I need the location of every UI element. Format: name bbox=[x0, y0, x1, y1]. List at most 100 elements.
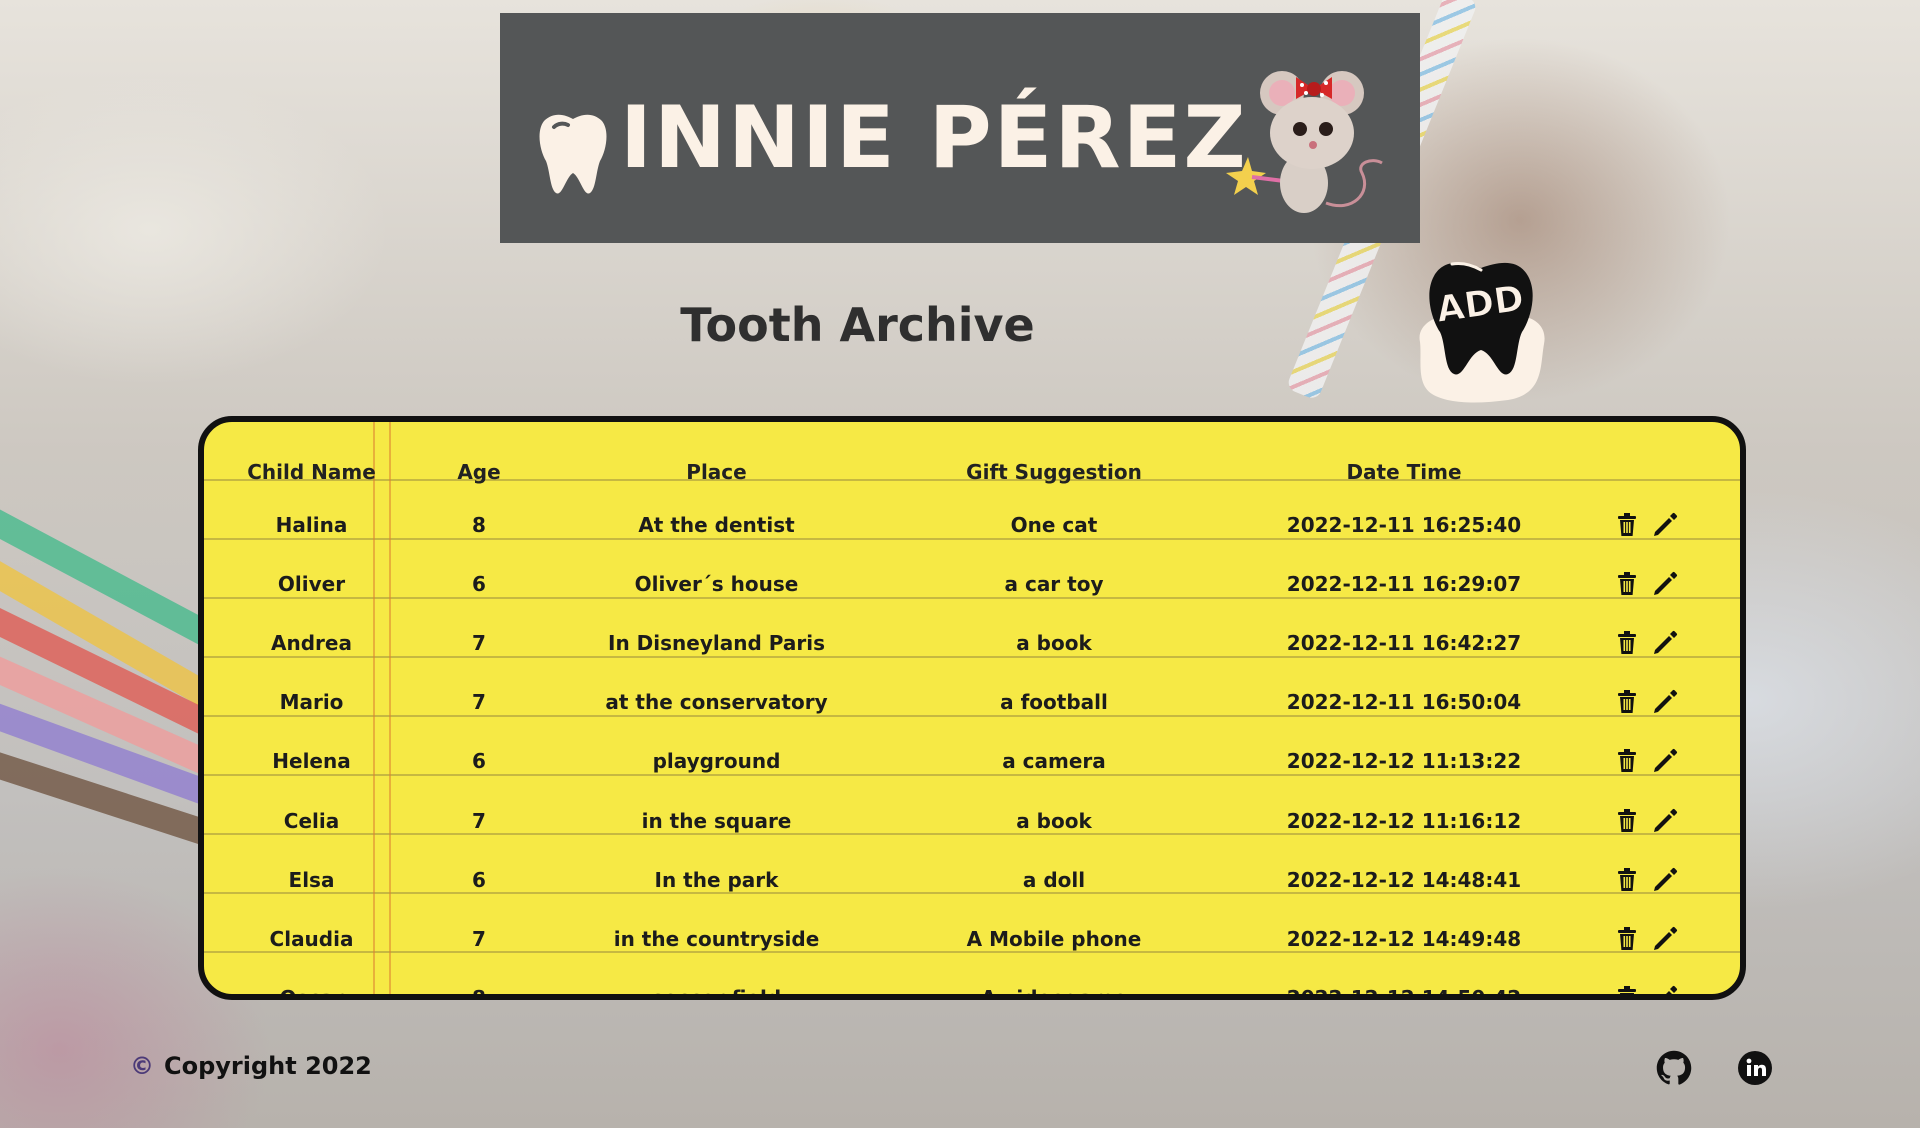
cell-date-time: 2022-12-11 16:25:40 bbox=[1286, 512, 1522, 537]
add-entry-button[interactable]: ADD bbox=[1408, 254, 1554, 404]
table-row: Oscar 8 soccer field A videogame 2022-12-12 … bbox=[204, 969, 1740, 1000]
cell-gift-suggestion: a doll bbox=[1022, 867, 1086, 892]
cell-age: 8 bbox=[472, 986, 486, 1000]
pencil-icon[interactable] bbox=[1652, 926, 1678, 952]
trash-icon[interactable] bbox=[1616, 690, 1638, 714]
column-header-age: Age bbox=[457, 460, 501, 484]
brand-banner: INNIE PÉREZ bbox=[500, 13, 1420, 243]
cell-age: 6 bbox=[472, 867, 486, 892]
table-row: Halina 8 At the dentist One cat 2022-12-11 1… bbox=[204, 495, 1740, 554]
cell-gift-suggestion: a car toy bbox=[1004, 571, 1104, 596]
add-tooth-icon: ADD bbox=[1419, 262, 1545, 403]
trash-icon[interactable] bbox=[1616, 808, 1638, 833]
cell-place: At the dentist bbox=[638, 512, 795, 537]
cell-place: in the countryside bbox=[613, 926, 820, 951]
column-header-child-name: Child Name bbox=[247, 460, 376, 484]
pencil-icon[interactable] bbox=[1652, 630, 1678, 656]
pencil-icon[interactable] bbox=[1652, 867, 1678, 893]
cell-child-name: Elsa bbox=[288, 867, 335, 892]
table-row: Andrea 7 In Disneyland Paris a book 2022-12-… bbox=[204, 613, 1740, 672]
mouse-fairy-icon bbox=[1226, 71, 1383, 213]
table-row: Claudia 7 in the countryside A Mobile phone… bbox=[204, 909, 1740, 968]
tooth-logo-icon bbox=[539, 114, 607, 194]
cell-actions bbox=[1594, 969, 1740, 994]
cell-child-name: Helena bbox=[272, 749, 351, 774]
cell-age: 7 bbox=[472, 690, 486, 715]
cell-place: Oliver´s house bbox=[634, 571, 799, 596]
trash-icon[interactable] bbox=[1616, 571, 1638, 596]
table-header-row: Child Name Age Place Gift Suggestion Dat… bbox=[204, 422, 1740, 495]
cell-age: 6 bbox=[472, 571, 486, 596]
cell-gift-suggestion: a camera bbox=[1002, 749, 1106, 774]
background-pencils bbox=[0, 470, 278, 930]
cell-actions bbox=[1594, 732, 1740, 791]
trash-icon[interactable] bbox=[1616, 512, 1638, 537]
cell-date-time: 2022-12-12 14:48:41 bbox=[1286, 867, 1522, 892]
brand-logo-text: INNIE PÉREZ bbox=[620, 88, 1248, 188]
table-row: Mario 7 at the conservatory a football 2022-… bbox=[204, 673, 1740, 732]
page-title: Tooth Archive bbox=[680, 298, 1035, 352]
copyright-text: Copyright 2022 bbox=[164, 1052, 372, 1080]
cell-gift-suggestion: a book bbox=[1016, 808, 1092, 833]
column-header-place: Place bbox=[686, 460, 747, 484]
trash-icon[interactable] bbox=[1616, 630, 1638, 655]
cell-date-time: 2022-12-12 11:13:22 bbox=[1286, 749, 1522, 774]
column-header-date-time: Date Time bbox=[1346, 460, 1462, 484]
cell-child-name: Andrea bbox=[271, 630, 352, 655]
tooth-archive-table-panel: Child Name Age Place Gift Suggestion Dat… bbox=[198, 416, 1746, 1000]
trash-icon[interactable] bbox=[1616, 986, 1638, 994]
cell-place: playground bbox=[652, 749, 781, 774]
table-row: Elsa 6 In the park a doll 2022-12-12 14:48:4… bbox=[204, 850, 1740, 909]
cell-date-time: 2022-12-12 14:49:48 bbox=[1286, 926, 1522, 951]
cell-actions bbox=[1594, 673, 1740, 732]
github-icon[interactable] bbox=[1656, 1050, 1692, 1086]
table-row: Celia 7 in the square a book 2022-12-12 11:1… bbox=[204, 791, 1740, 850]
tooth-archive-table: Child Name Age Place Gift Suggestion Dat… bbox=[204, 422, 1740, 1000]
cell-actions bbox=[1594, 554, 1740, 613]
cell-place: In Disneyland Paris bbox=[608, 630, 825, 655]
cell-child-name: Claudia bbox=[269, 926, 354, 951]
cell-place: at the conservatory bbox=[605, 690, 828, 715]
cell-age: 8 bbox=[472, 512, 486, 537]
cell-age: 7 bbox=[472, 926, 486, 951]
table-body: Halina 8 At the dentist One cat 2022-12-11 1… bbox=[204, 495, 1740, 1000]
cell-date-time: 2022-12-11 16:29:07 bbox=[1286, 571, 1522, 596]
trash-icon[interactable] bbox=[1616, 867, 1638, 892]
pencil-icon[interactable] bbox=[1652, 512, 1678, 538]
cell-date-time: 2022-12-12 11:16:12 bbox=[1286, 808, 1522, 833]
footer-copyright: © Copyright 2022 bbox=[130, 1052, 372, 1080]
cell-gift-suggestion: a book bbox=[1016, 630, 1092, 655]
cell-place: in the square bbox=[641, 808, 792, 833]
cell-child-name: Oliver bbox=[277, 571, 346, 596]
cell-age: 6 bbox=[472, 749, 486, 774]
cell-age: 7 bbox=[472, 808, 486, 833]
cell-age: 7 bbox=[472, 630, 486, 655]
cell-gift-suggestion: One cat bbox=[1010, 512, 1098, 537]
pencil-icon[interactable] bbox=[1652, 689, 1678, 715]
cell-child-name: Celia bbox=[283, 808, 340, 833]
copyright-symbol-icon: © bbox=[130, 1052, 154, 1080]
cell-date-time: 2022-12-11 16:42:27 bbox=[1286, 630, 1522, 655]
trash-icon[interactable] bbox=[1616, 749, 1638, 773]
cell-child-name: Mario bbox=[279, 690, 344, 715]
pencil-icon[interactable] bbox=[1652, 808, 1678, 834]
cell-actions bbox=[1594, 909, 1740, 968]
pencil-icon[interactable] bbox=[1652, 985, 1678, 994]
cell-gift-suggestion: a football bbox=[1000, 690, 1108, 715]
table-row: Oliver 6 Oliver´s house a car toy 2022-12-11… bbox=[204, 554, 1740, 613]
trash-icon[interactable] bbox=[1616, 926, 1638, 951]
pencil-icon[interactable] bbox=[1652, 571, 1678, 597]
column-header-actions bbox=[1594, 422, 1740, 495]
cell-child-name: Halina bbox=[275, 512, 348, 537]
column-header-gift-suggestion: Gift Suggestion bbox=[966, 460, 1142, 484]
table-row: Helena 6 playground a camera 2022-12-12 11:1… bbox=[204, 732, 1740, 791]
cell-place: In the park bbox=[654, 867, 779, 892]
cell-gift-suggestion: A videogame bbox=[980, 986, 1128, 1000]
cell-date-time: 2022-12-12 14:50:42 bbox=[1286, 986, 1522, 1000]
cell-actions bbox=[1594, 613, 1740, 672]
cell-actions bbox=[1594, 791, 1740, 850]
linkedin-icon[interactable] bbox=[1737, 1050, 1773, 1086]
pencil-icon[interactable] bbox=[1652, 748, 1678, 774]
cell-actions bbox=[1594, 850, 1740, 909]
cell-place: soccer field bbox=[651, 986, 782, 1000]
